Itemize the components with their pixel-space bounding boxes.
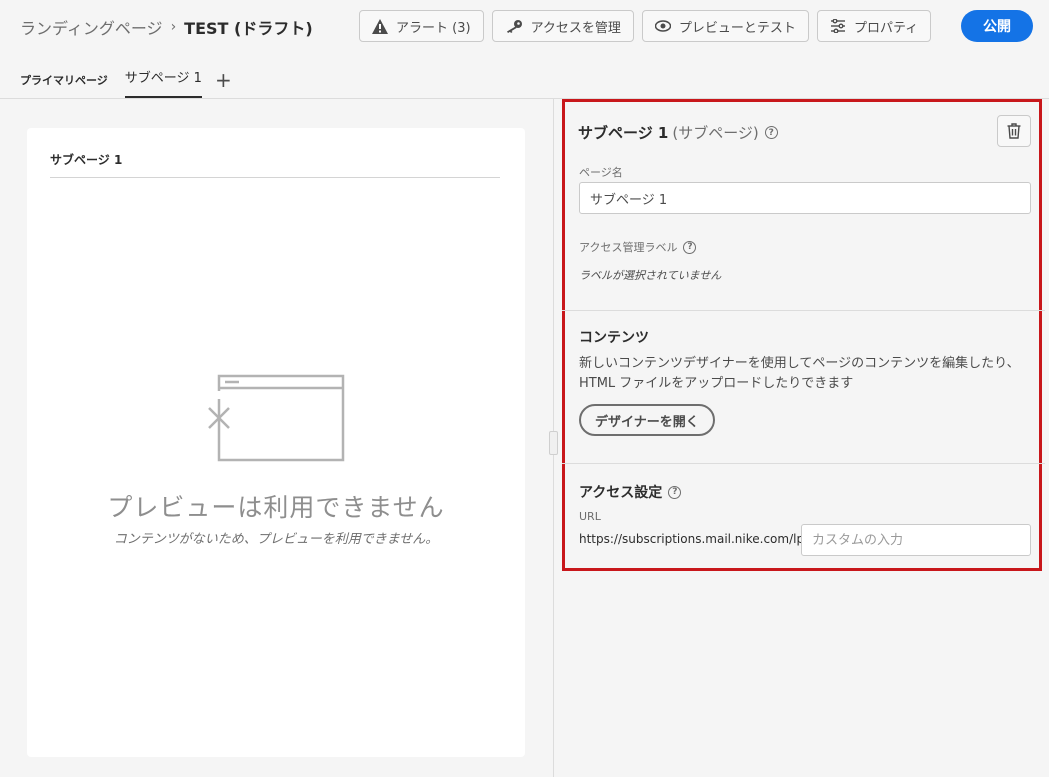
preview-test-button[interactable]: プレビューとテスト xyxy=(641,10,809,42)
toolbar: アラート (3) アクセスを管理 プレビューとテスト プロパティ xyxy=(359,10,932,42)
url-label: URL xyxy=(579,510,601,523)
help-icon[interactable]: ? xyxy=(668,485,682,499)
delete-button[interactable] xyxy=(997,115,1031,147)
breadcrumb-parent-link[interactable]: ランディングページ xyxy=(20,15,163,39)
manage-access-label: アクセスを管理 xyxy=(530,20,621,36)
settings-sliders-icon xyxy=(830,19,845,33)
content-description: 新しいコンテンツデザイナーを使用してページのコンテンツを編集したり、HTML フ… xyxy=(579,356,1020,391)
help-icon[interactable]: ? xyxy=(683,240,697,254)
panel-title-name: サブページ 1 xyxy=(578,124,669,142)
panel-title: サブページ 1 (サブページ) ? xyxy=(578,122,778,143)
properties-button[interactable]: プロパティ xyxy=(816,10,932,42)
tab-primary-page[interactable]: プライマリページ xyxy=(20,68,108,98)
page-tabs: プライマリページ サブページ 1 + xyxy=(20,62,232,98)
publish-button[interactable]: 公開 xyxy=(961,10,1033,42)
alert-icon xyxy=(372,18,388,34)
access-label-heading: アクセス管理ラベル ? xyxy=(579,239,697,255)
section-divider xyxy=(562,463,1045,464)
preview-card: サブページ 1 プレビューは利用できません コンテンツがないため、プレビューを利… xyxy=(27,128,525,757)
preview-title: サブページ 1 xyxy=(50,153,123,167)
access-settings-heading: アクセス設定 ? xyxy=(579,482,682,502)
resize-handle[interactable] xyxy=(549,431,558,455)
open-designer-button[interactable]: デザイナーを開く xyxy=(579,404,715,436)
empty-state-subtitle: コンテンツがないため、プレビューを利用できません。 xyxy=(113,532,439,547)
manage-access-button[interactable]: アクセスを管理 xyxy=(491,10,634,42)
access-settings-title: アクセス設定 xyxy=(579,485,663,501)
panel-title-type: (サブページ) xyxy=(672,124,759,142)
preview-test-label: プレビューとテスト xyxy=(678,20,796,36)
help-icon[interactable]: ? xyxy=(764,126,778,139)
trash-icon xyxy=(1007,123,1021,139)
properties-label: プロパティ xyxy=(853,20,919,36)
url-prefix: https://subscriptions.mail.nike.com/lp/ xyxy=(579,532,809,546)
page-name-label: ページ名 xyxy=(579,166,623,179)
alert-button[interactable]: アラート (3) xyxy=(359,10,484,42)
page-name-input[interactable] xyxy=(579,182,1031,214)
add-page-button[interactable]: + xyxy=(215,70,232,98)
key-icon xyxy=(506,20,522,33)
eye-icon xyxy=(654,20,671,32)
content-section-title: コンテンツ xyxy=(579,330,649,346)
preview-divider xyxy=(50,177,500,178)
empty-state-title: プレビューは利用できません xyxy=(107,493,445,522)
empty-window-icon xyxy=(208,374,345,462)
access-label-note: ラベルが選択されていません xyxy=(579,269,722,282)
alert-label: アラート (3) xyxy=(396,20,471,36)
tab-subpage-1[interactable]: サブページ 1 xyxy=(124,63,202,98)
custom-url-input[interactable] xyxy=(801,524,1031,556)
breadcrumb-separator: › xyxy=(170,19,177,35)
access-label-title: アクセス管理ラベル xyxy=(579,241,678,254)
properties-panel: サブページ 1 (サブページ) ? ページ名 アクセス管理ラベル ? ラベルが選… xyxy=(562,99,1045,571)
breadcrumb: ランディングページ › TEST (ドラフト) xyxy=(20,15,313,39)
app-header: ランディングページ › TEST (ドラフト) アラート (3) アクセスを管理… xyxy=(0,0,1049,99)
breadcrumb-current: TEST (ドラフト) xyxy=(184,19,313,38)
section-divider xyxy=(562,310,1045,311)
